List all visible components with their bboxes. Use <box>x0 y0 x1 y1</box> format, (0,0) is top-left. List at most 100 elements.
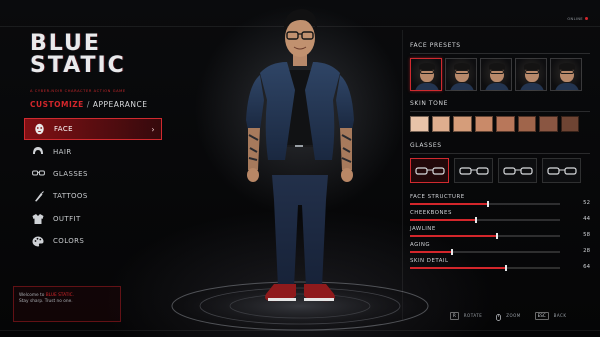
menu-item-face[interactable]: FACE › <box>24 118 162 141</box>
jacket-icon <box>31 213 45 225</box>
face-preset-thumbnail[interactable] <box>480 58 512 91</box>
skin-tone-swatch[interactable] <box>496 116 515 132</box>
divider <box>410 53 590 54</box>
glasses-options <box>410 158 590 183</box>
skin-tone-swatch[interactable] <box>431 116 450 132</box>
breadcrumb: CUSTOMIZE / APPEARANCE <box>30 100 148 109</box>
tattoo-icon <box>31 190 45 202</box>
menu-item-glasses[interactable]: GLASSES <box>24 163 162 185</box>
slider-track[interactable] <box>410 200 560 207</box>
customize-menu: FACE › HAIR GLASSES TATTOOS OUTFIT COLOR… <box>24 118 162 252</box>
slider-fill <box>410 251 452 253</box>
glasses-icon <box>458 166 489 175</box>
glasses-option[interactable] <box>498 158 537 183</box>
system-log-line: Stay sharp. Trust no one. <box>19 299 73 304</box>
slider-label: CHEEKBONES <box>410 210 452 216</box>
slider-handle[interactable] <box>451 248 453 255</box>
skin-tone-swatch[interactable] <box>410 116 429 132</box>
logo-line-2: STATIC <box>30 53 126 78</box>
skin-tone-swatches <box>410 116 590 132</box>
menu-item-label: TATTOOS <box>53 192 88 201</box>
slider-row: CHEEKBONES 44 <box>410 210 590 226</box>
log-highlight: BLUE STATIC. <box>45 293 74 298</box>
glasses-icon <box>502 166 533 175</box>
breadcrumb-page: APPEARANCE <box>92 100 148 109</box>
slider-value: 52 <box>583 200 590 206</box>
menu-item-colors[interactable]: COLORS <box>24 230 162 252</box>
status-online: ONLINE <box>550 16 588 22</box>
logo-line-1: BLUE <box>30 31 101 56</box>
character-creator-screen: BLUE STATIC A CYBER-NOIR CHARACTER ACTIO… <box>0 0 600 337</box>
divider <box>410 153 590 154</box>
slider-fill <box>410 267 506 269</box>
game-logo: BLUE STATIC A CYBER-NOIR CHARACTER ACTIO… <box>30 33 126 102</box>
mouse-icon <box>496 306 502 325</box>
slider-label: AGING <box>410 242 431 248</box>
side-label-mid <box>5 120 9 160</box>
glasses-title: GLASSES <box>410 142 442 149</box>
menu-item-outfit[interactable]: OUTFIT <box>24 208 162 230</box>
logo-tagline: A CYBER-NOIR CHARACTER ACTION GAME <box>30 89 126 93</box>
slider-track[interactable] <box>410 248 560 255</box>
skin-tone-title: SKIN TONE <box>410 100 448 107</box>
glasses-icon <box>546 166 577 175</box>
glasses-option[interactable] <box>454 158 493 183</box>
slider-handle[interactable] <box>475 216 477 223</box>
character-viewport[interactable] <box>150 0 450 337</box>
palette-icon <box>31 235 45 247</box>
connection-status: ONLINE <box>550 16 588 22</box>
glasses-icon <box>31 168 45 180</box>
face-presets-title: FACE PRESETS <box>410 42 461 49</box>
slider-handle[interactable] <box>487 200 489 207</box>
slider-label: SKIN DETAIL <box>410 258 449 264</box>
slider-fill <box>410 235 497 237</box>
slider-track[interactable] <box>410 264 560 271</box>
hint-zoom: ZOOM <box>506 313 521 318</box>
skin-tone-swatch[interactable] <box>453 116 472 132</box>
slider-value: 28 <box>583 248 590 254</box>
menu-item-label: HAIR <box>53 147 72 156</box>
glasses-option[interactable] <box>410 158 449 183</box>
skin-tone-swatch[interactable] <box>517 116 536 132</box>
slider-handle[interactable] <box>505 264 507 271</box>
menu-item-hair[interactable]: HAIR <box>24 140 162 162</box>
key-back: ESC <box>534 311 549 320</box>
slider-value: 58 <box>583 232 590 238</box>
slider-track[interactable] <box>410 232 560 239</box>
menu-item-label: COLORS <box>53 237 85 246</box>
skin-tone-swatch[interactable] <box>539 116 558 132</box>
appearance-panel: FACE PRESETS SKIN TONE GLASSES FACE STRU… <box>410 42 590 300</box>
skin-tone-swatch[interactable] <box>560 116 579 132</box>
character-model <box>246 9 354 302</box>
control-hints: R ROTATE ZOOM ESC BACK <box>450 306 575 325</box>
pedestal <box>171 281 429 331</box>
slider-label: FACE STRUCTURE <box>410 194 465 200</box>
breadcrumb-separator: / <box>86 100 90 109</box>
face-preset-thumbnail[interactable] <box>445 58 477 91</box>
slider-track[interactable] <box>410 216 560 223</box>
menu-item-label: FACE <box>54 125 73 134</box>
slider-value: 44 <box>583 216 590 222</box>
menu-item-tattoos[interactable]: TATTOOS <box>24 185 162 207</box>
face-preset-thumbnail[interactable] <box>550 58 582 91</box>
face-preset-thumbnail[interactable] <box>410 58 442 91</box>
slider-fill <box>410 203 488 205</box>
system-log: Welcome to BLUE STATIC. Stay sharp. Trus… <box>13 286 121 322</box>
face-presets-list <box>410 58 590 91</box>
breadcrumb-section[interactable]: CUSTOMIZE <box>30 100 84 109</box>
slider-row: FACE STRUCTURE 52 <box>410 194 590 210</box>
side-label-top <box>5 55 9 95</box>
slider-fill <box>410 219 476 221</box>
log-text: Welcome to <box>19 293 45 298</box>
slider-handle[interactable] <box>496 232 498 239</box>
slider-row: JAWLINE 58 <box>410 226 590 242</box>
slider-label: JAWLINE <box>410 226 436 232</box>
hint-back[interactable]: BACK <box>554 313 567 318</box>
skin-tone-swatch[interactable] <box>474 116 493 132</box>
face-preset-thumbnail[interactable] <box>515 58 547 91</box>
slider-value: 64 <box>583 264 590 270</box>
slider-row: SKIN DETAIL 64 <box>410 258 590 274</box>
face-sliders: FACE STRUCTURE 52 CHEEKBONES 44 JAWLINE 58 AGI… <box>410 194 590 274</box>
glasses-option[interactable] <box>542 158 581 183</box>
divider <box>410 111 590 112</box>
